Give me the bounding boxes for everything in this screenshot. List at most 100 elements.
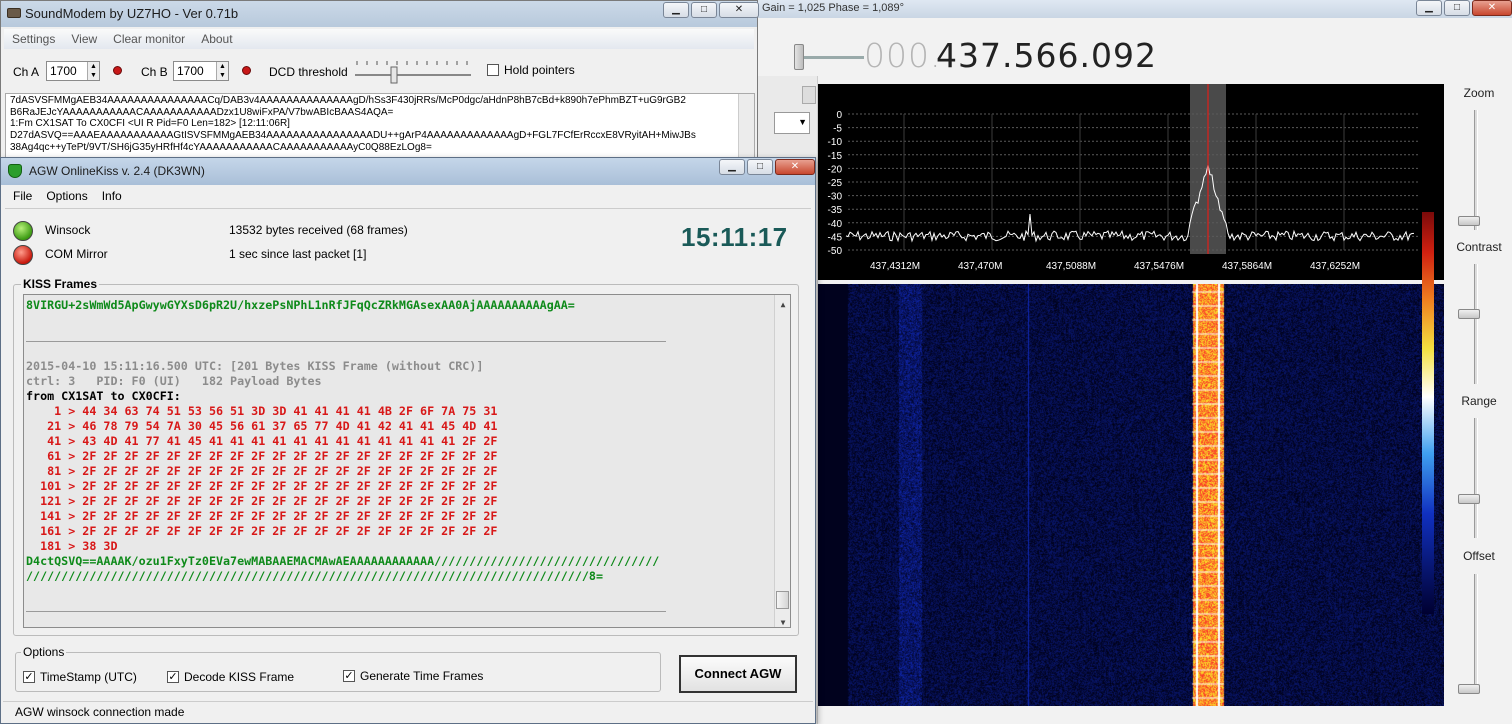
spin-arrows-icon[interactable]: ▲ ▼ — [216, 62, 228, 80]
offset-slider[interactable] — [1458, 684, 1480, 694]
waterfall-color-scale — [1422, 212, 1434, 614]
gain-slider-knob[interactable] — [794, 44, 804, 70]
menu-options[interactable]: Options — [46, 189, 87, 203]
shield-icon — [8, 164, 22, 178]
timestamp-checkbox[interactable]: ✓ — [23, 671, 35, 683]
connect-agw-button[interactable]: Connect AGW — [679, 655, 797, 693]
cha-status-dot — [113, 66, 122, 75]
waterfall-canvas — [818, 284, 1444, 706]
zoom-label: Zoom — [1463, 86, 1495, 100]
hex-row: 81 > 2F 2F 2F 2F 2F 2F 2F 2F 2F 2F 2F 2F… — [26, 464, 498, 478]
chb-frequency-input[interactable]: 1700 ▲ ▼ — [173, 61, 229, 81]
sdr-combo[interactable]: ▼ — [774, 112, 810, 134]
range-slider-track — [1474, 418, 1478, 538]
waterfall-panel[interactable] — [818, 284, 1444, 706]
frame-from-to: from CX1SAT to CX0CFI: — [26, 389, 181, 403]
menu-view[interactable]: View — [71, 32, 97, 46]
hex-row: 61 > 2F 2F 2F 2F 2F 2F 2F 2F 2F 2F 2F 2F… — [26, 449, 498, 463]
spectrum-trace — [845, 164, 1415, 243]
cha-frequency-input[interactable]: 1700 ▲ ▼ — [46, 61, 100, 81]
hex-row: 101 > 2F 2F 2F 2F 2F 2F 2F 2F 2F 2F 2F 2… — [26, 479, 498, 493]
dcd-threshold-label: DCD threshold — [269, 65, 348, 79]
frequency-display[interactable]: 437.566.092 — [936, 36, 1157, 75]
zoom-slider[interactable] — [1458, 216, 1480, 226]
com-mirror-label: COM Mirror — [45, 247, 108, 261]
side-scroll-button[interactable] — [802, 86, 816, 104]
com-mirror-status: 1 sec since last packet [1] — [229, 247, 367, 261]
agw-window-buttons: ▁ □ ✕ — [719, 159, 815, 175]
monitor-line: B6RaJEJcYAAAAAAAAAAACAAAAAAAAAAADzx1U8wi… — [10, 106, 394, 118]
hex-row: 181 > 38 3D — [26, 539, 118, 553]
offset-label: Offset — [1463, 549, 1495, 563]
spectrum-x-axis: 437,4312M 437,470M 437,5088M 437,5476M 437,5… — [870, 261, 1360, 272]
utc-clock: 15:11:17 — [681, 222, 788, 252]
range-slider[interactable] — [1458, 494, 1480, 504]
monitor-line: 1:Fm CX1SAT To CX0CFI <UI R Pid=F0 Len=1… — [10, 118, 290, 130]
soundmodem-menubar: Settings View Clear monitor About — [4, 29, 754, 49]
agw-menubar: File Options Info — [5, 186, 811, 206]
cha-label: Ch A — [13, 65, 40, 79]
spectrum-y-tick: -20 — [828, 164, 843, 175]
generate-time-frames-label: Generate Time Frames — [360, 669, 484, 683]
spectrum-panel[interactable]: 0 -5 -10 -15 -20 -25 -30 -35 -40 -45 -50 437,4312M… — [818, 84, 1444, 280]
maximize-icon[interactable]: □ — [1444, 0, 1470, 16]
close-icon[interactable]: ✕ — [1472, 0, 1512, 16]
kiss-frames-label: KISS Frames — [21, 277, 100, 291]
chb-value: 1700 — [177, 64, 204, 78]
decode-kiss-label: Decode KISS Frame — [184, 670, 295, 684]
dcd-threshold-slider[interactable] — [353, 59, 473, 85]
spectrum-y-tick: -50 — [828, 246, 843, 257]
spectrum-y-tick: -25 — [828, 178, 843, 189]
close-icon[interactable]: ✕ — [719, 2, 759, 18]
hold-pointers-checkbox[interactable] — [487, 64, 499, 76]
sdr-window: Gain = 1,025 Phase = 1,089° ▁ □ ✕ ▼ 000.… — [756, 0, 1512, 724]
chevron-down-icon: ▼ — [798, 117, 807, 127]
spin-arrows-icon[interactable]: ▲ ▼ — [87, 62, 99, 80]
menu-info[interactable]: Info — [102, 189, 122, 203]
timestamp-label: TimeStamp (UTC) — [40, 670, 137, 684]
options-label: Options — [21, 645, 67, 659]
maximize-icon[interactable]: □ — [747, 159, 773, 175]
sdr-controls: Zoom Contrast Range Offset — [1446, 84, 1512, 724]
kiss-frames-console[interactable]: 8VIRGU+2sWmWd5ApGwywGYXsD6pR2U/hxzePsNPh… — [23, 294, 791, 628]
decode-kiss-checkbox[interactable]: ✓ — [167, 671, 179, 683]
spectrum-y-tick: -35 — [828, 205, 843, 216]
frame-base64-line: D4ctQSVQ==AAAAK/ozu1FxyTz0EVa7ewMABAAEMA… — [26, 554, 660, 568]
scrollbar-thumb[interactable] — [776, 591, 789, 609]
contrast-label: Contrast — [1456, 240, 1502, 254]
frequency-prefix: 000. — [864, 36, 942, 75]
console-scrollbar[interactable]: ▲ ▼ — [774, 295, 790, 627]
contrast-slider[interactable] — [1458, 309, 1480, 319]
hex-row: 141 > 2F 2F 2F 2F 2F 2F 2F 2F 2F 2F 2F 2… — [26, 509, 498, 523]
com-mirror-status-led — [13, 245, 33, 265]
maximize-icon[interactable]: □ — [691, 2, 717, 18]
scroll-down-icon[interactable]: ▼ — [775, 615, 790, 627]
menu-divider — [5, 208, 811, 209]
scroll-up-icon[interactable]: ▲ — [775, 297, 790, 312]
menu-clear-monitor[interactable]: Clear monitor — [113, 32, 185, 46]
spectrum-plot: 0 -5 -10 -15 -20 -25 -30 -35 -40 -45 -50 437,4312M… — [828, 84, 1418, 272]
minimize-icon[interactable]: ▁ — [1416, 0, 1442, 16]
minimize-icon[interactable]: ▁ — [663, 2, 689, 18]
winsock-label: Winsock — [45, 223, 91, 237]
spectrum-y-tick: -5 — [833, 124, 842, 135]
menu-file[interactable]: File — [13, 189, 32, 203]
range-label: Range — [1461, 394, 1497, 408]
spectrum-y-tick: -40 — [828, 219, 843, 230]
frame-base64-line: ////////////////////////////////////////… — [26, 569, 603, 583]
menu-about[interactable]: About — [201, 32, 232, 46]
spectrum-y-tick: -15 — [828, 151, 843, 162]
close-icon[interactable]: ✕ — [775, 159, 815, 175]
spectrum-x-tick: 437,4312M — [870, 261, 920, 272]
hex-row: 21 > 46 78 79 54 7A 30 45 56 61 37 65 77… — [26, 419, 498, 433]
menu-settings[interactable]: Settings — [12, 32, 55, 46]
cha-value: 1700 — [50, 64, 77, 78]
spectrum-x-tick: 437,5088M — [1046, 261, 1096, 272]
frame-base64-line: 8VIRGU+2sWmWd5ApGwywGYXsD6pR2U/hxzePsNPh… — [26, 298, 575, 312]
offset-slider-track — [1474, 574, 1478, 694]
spectrum-y-tick: -10 — [828, 137, 843, 148]
generate-time-frames-checkbox[interactable]: ✓ — [343, 670, 355, 682]
soundmodem-window-buttons: ▁ □ ✕ — [663, 2, 759, 18]
soundmodem-title: SoundModem by UZ7HO - Ver 0.71b — [25, 6, 239, 21]
minimize-icon[interactable]: ▁ — [719, 159, 745, 175]
